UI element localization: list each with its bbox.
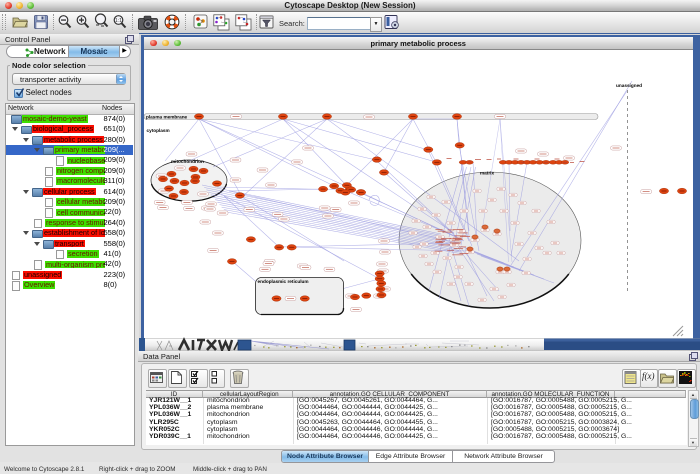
svg-text:endoplasmic reticulum: endoplasmic reticulum [258, 279, 309, 284]
svg-text:cytoplasm: cytoplasm [147, 128, 170, 133]
svg-text:unassigned: unassigned [616, 83, 642, 88]
svg-text:1:1: 1:1 [115, 18, 122, 24]
svg-text:mitochondrion: mitochondrion [171, 159, 204, 164]
svg-text:plasma membrane: plasma membrane [146, 115, 188, 120]
svg-text:matrix: matrix [480, 171, 494, 176]
